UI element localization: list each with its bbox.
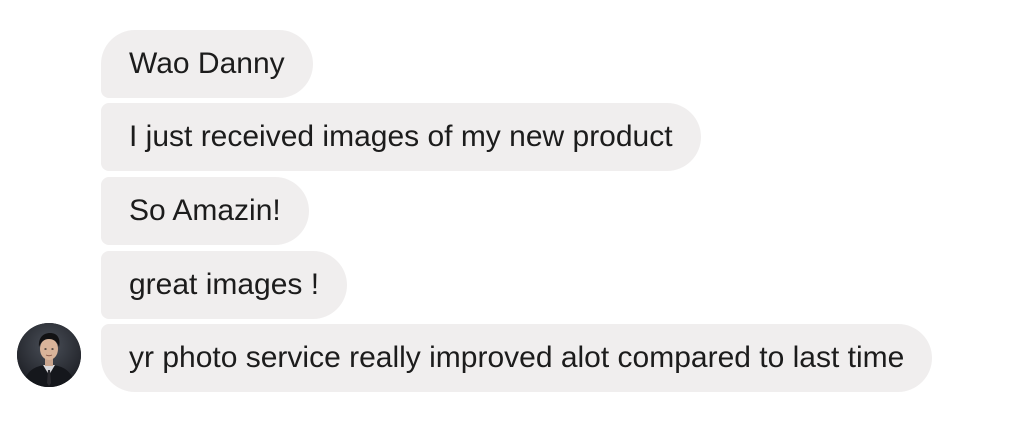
message-thread: Wao Danny I just received images of my n… [0, 0, 1024, 423]
message-bubble[interactable]: yr photo service really improved alot co… [101, 324, 933, 392]
message-text: I just received images of my new product [129, 120, 673, 153]
message-text: great images ! [129, 268, 320, 301]
message-bubble[interactable]: I just received images of my new product [101, 103, 701, 171]
sender-avatar[interactable] [17, 323, 81, 387]
message-bubble[interactable]: So Amazin! [101, 177, 309, 245]
message-bubble[interactable]: Wao Danny [101, 30, 313, 98]
message-text: yr photo service really improved alot co… [129, 341, 905, 374]
user-avatar-photo-icon [17, 323, 81, 387]
message-text: So Amazin! [129, 194, 281, 227]
message-text: Wao Danny [129, 47, 285, 80]
message-bubble[interactable]: great images ! [101, 251, 348, 319]
